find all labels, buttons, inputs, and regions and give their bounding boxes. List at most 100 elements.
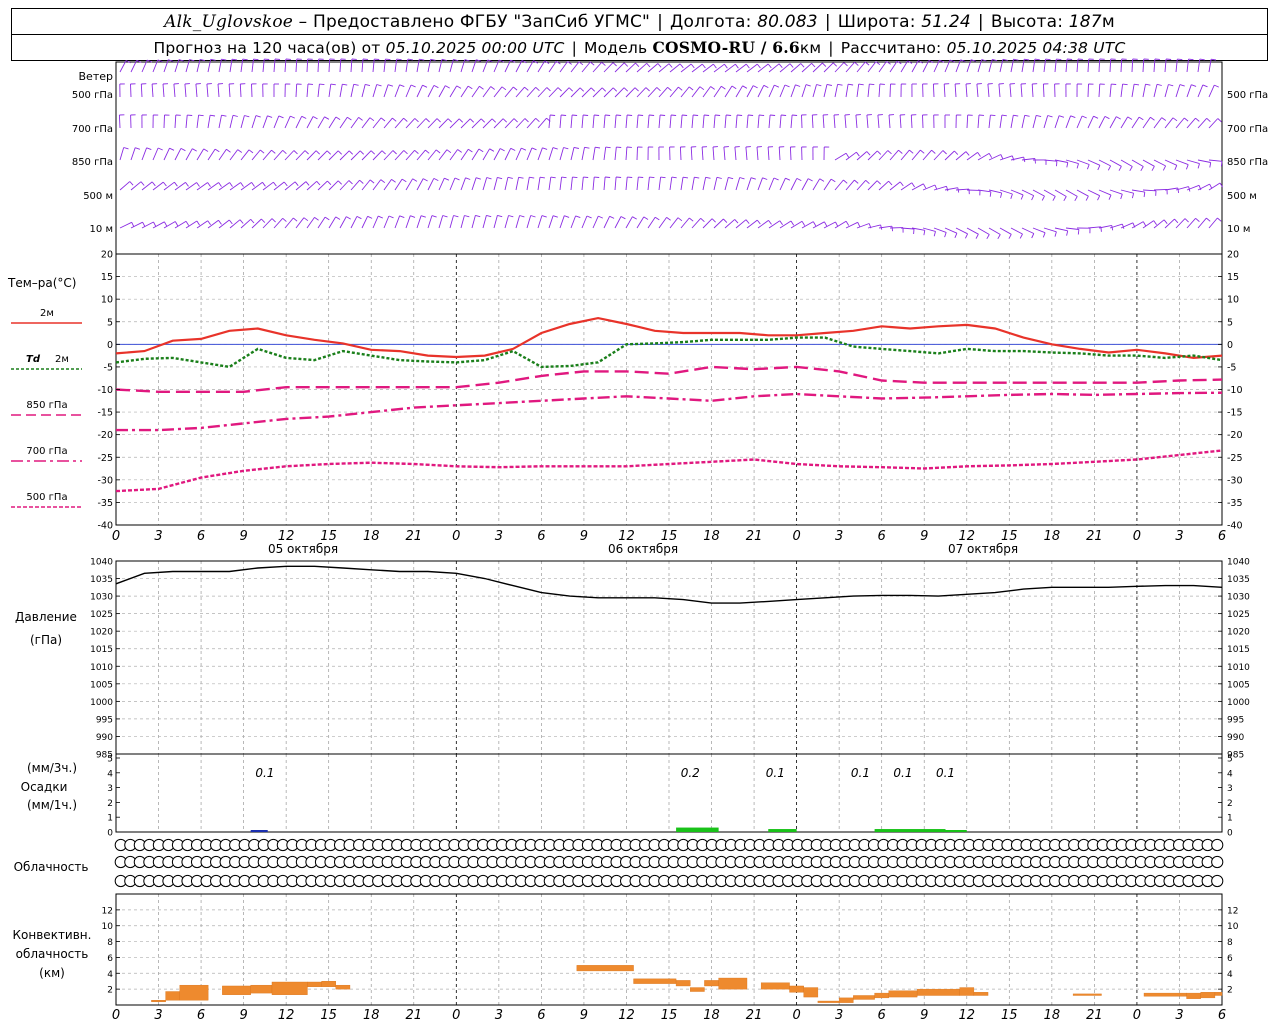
wind-barb-staff — [548, 215, 554, 229]
wind-barb — [228, 83, 235, 98]
wind-barb-staff — [867, 61, 877, 73]
wind-barb-feather — [237, 149, 243, 153]
wind-barb-staff — [1098, 116, 1106, 129]
wind-barb-feather — [923, 183, 927, 189]
wind-barb — [1131, 58, 1138, 73]
wind-barb — [504, 215, 514, 229]
wind-barb-feather — [609, 215, 615, 219]
wind-barb — [581, 146, 590, 161]
wind-barb-staff — [207, 148, 216, 161]
wind-barb — [548, 114, 556, 129]
wind-barb — [449, 215, 459, 229]
temp-y-tick: -5 — [104, 362, 113, 373]
wind-barb-feather — [381, 150, 386, 155]
wind-barb — [702, 86, 715, 98]
x-tick-label: 0 — [112, 529, 120, 544]
wind-barb-staff — [141, 147, 148, 161]
wind-barb — [394, 215, 405, 229]
pressure-y-tick: 995 — [96, 715, 113, 725]
wind-barb-staff — [647, 87, 658, 98]
wind-barb-feather — [387, 84, 394, 87]
wind-barb-staff — [218, 219, 230, 229]
wind-barb-feather — [590, 87, 596, 92]
wind-barb — [405, 178, 418, 191]
wind-barb — [460, 177, 471, 191]
wind-barb — [493, 118, 508, 129]
wind-barb — [229, 114, 238, 129]
wind-barb-staff — [1021, 115, 1026, 129]
temp-y-tick-right: -25 — [1227, 453, 1243, 464]
wind-barb — [778, 146, 785, 161]
wind-barb-feather — [446, 149, 452, 154]
wind-barb — [636, 62, 651, 73]
wind-barb-staff — [1010, 115, 1014, 129]
wind-barb — [1186, 117, 1200, 129]
wind-barb — [493, 148, 505, 161]
x-tick-label: 15 — [320, 1008, 337, 1023]
wind-barb-staff — [361, 179, 371, 191]
wind-barb-feather — [660, 176, 666, 179]
wind-barb-staff — [1065, 227, 1079, 230]
wind-barb-feather — [489, 148, 495, 152]
wind-barb — [130, 114, 136, 129]
wind-barb-feather — [745, 219, 750, 224]
wind-barb-feather — [1150, 116, 1155, 121]
wind-barb-feather — [142, 221, 146, 227]
wind-barb-staff — [581, 177, 584, 191]
wind-barb-staff — [482, 118, 493, 129]
pressure-unit: (гПа) — [30, 633, 62, 647]
wind-barb-staff — [394, 178, 403, 191]
x-tick-label: 0 — [1133, 1008, 1141, 1023]
wind-barb-feather — [1097, 165, 1101, 171]
wind-barb — [1076, 58, 1083, 73]
wind-barb — [647, 63, 662, 73]
wind-barb — [977, 59, 987, 73]
wind-barb-feather — [304, 150, 309, 155]
wind-barb-feather — [832, 62, 838, 67]
wind-barb-staff — [361, 58, 364, 73]
wind-barb-feather — [168, 59, 174, 62]
wind-barb-feather — [679, 63, 684, 69]
wind-barb-feather — [656, 87, 661, 92]
wind-barb — [515, 176, 524, 191]
wind-barb — [284, 83, 291, 98]
wind-barb-staff — [185, 59, 190, 73]
wind-barb-staff — [724, 63, 736, 73]
wind-barb-staff — [438, 149, 448, 161]
wind-barb — [1020, 83, 1027, 98]
wind-barb-staff — [988, 59, 993, 73]
wind-barb — [174, 147, 186, 161]
wind-barb-feather — [530, 215, 536, 218]
wind-barb — [1197, 84, 1208, 98]
wind-barb-staff — [196, 148, 205, 161]
wind-barb-feather — [1202, 84, 1208, 88]
wind-barb-feather — [1127, 116, 1133, 120]
wind-barb — [801, 114, 807, 129]
wind-barb-staff — [284, 181, 296, 191]
wind-barb — [537, 147, 548, 161]
wind-barb-staff — [735, 219, 747, 229]
wind-barb-staff — [317, 84, 320, 98]
wind-barb — [636, 114, 644, 129]
precip-y-tick: 1 — [107, 814, 113, 824]
wind-barb — [284, 217, 298, 229]
wind-barb-staff — [1153, 159, 1166, 167]
wind-barb-staff — [207, 59, 212, 73]
wind-barb — [856, 83, 864, 98]
wind-barb-feather — [453, 215, 459, 218]
wind-barb — [680, 114, 688, 129]
wind-barb-staff — [526, 86, 537, 98]
wind-barb-feather — [346, 216, 351, 220]
wind-barb — [724, 85, 737, 98]
precip-bar — [768, 829, 797, 832]
wind-barb-staff — [878, 180, 889, 191]
wind-barb — [306, 217, 319, 229]
wind-barb-staff — [361, 84, 366, 98]
wind-barb-feather — [752, 85, 758, 89]
wind-barb-feather — [251, 182, 255, 187]
precip-y-tick: 5 — [107, 755, 113, 765]
wind-barb — [262, 218, 276, 229]
x-tick-label: 21 — [1086, 1008, 1103, 1023]
wind-barb-feather — [441, 58, 448, 61]
wind-barb-feather — [420, 215, 426, 218]
